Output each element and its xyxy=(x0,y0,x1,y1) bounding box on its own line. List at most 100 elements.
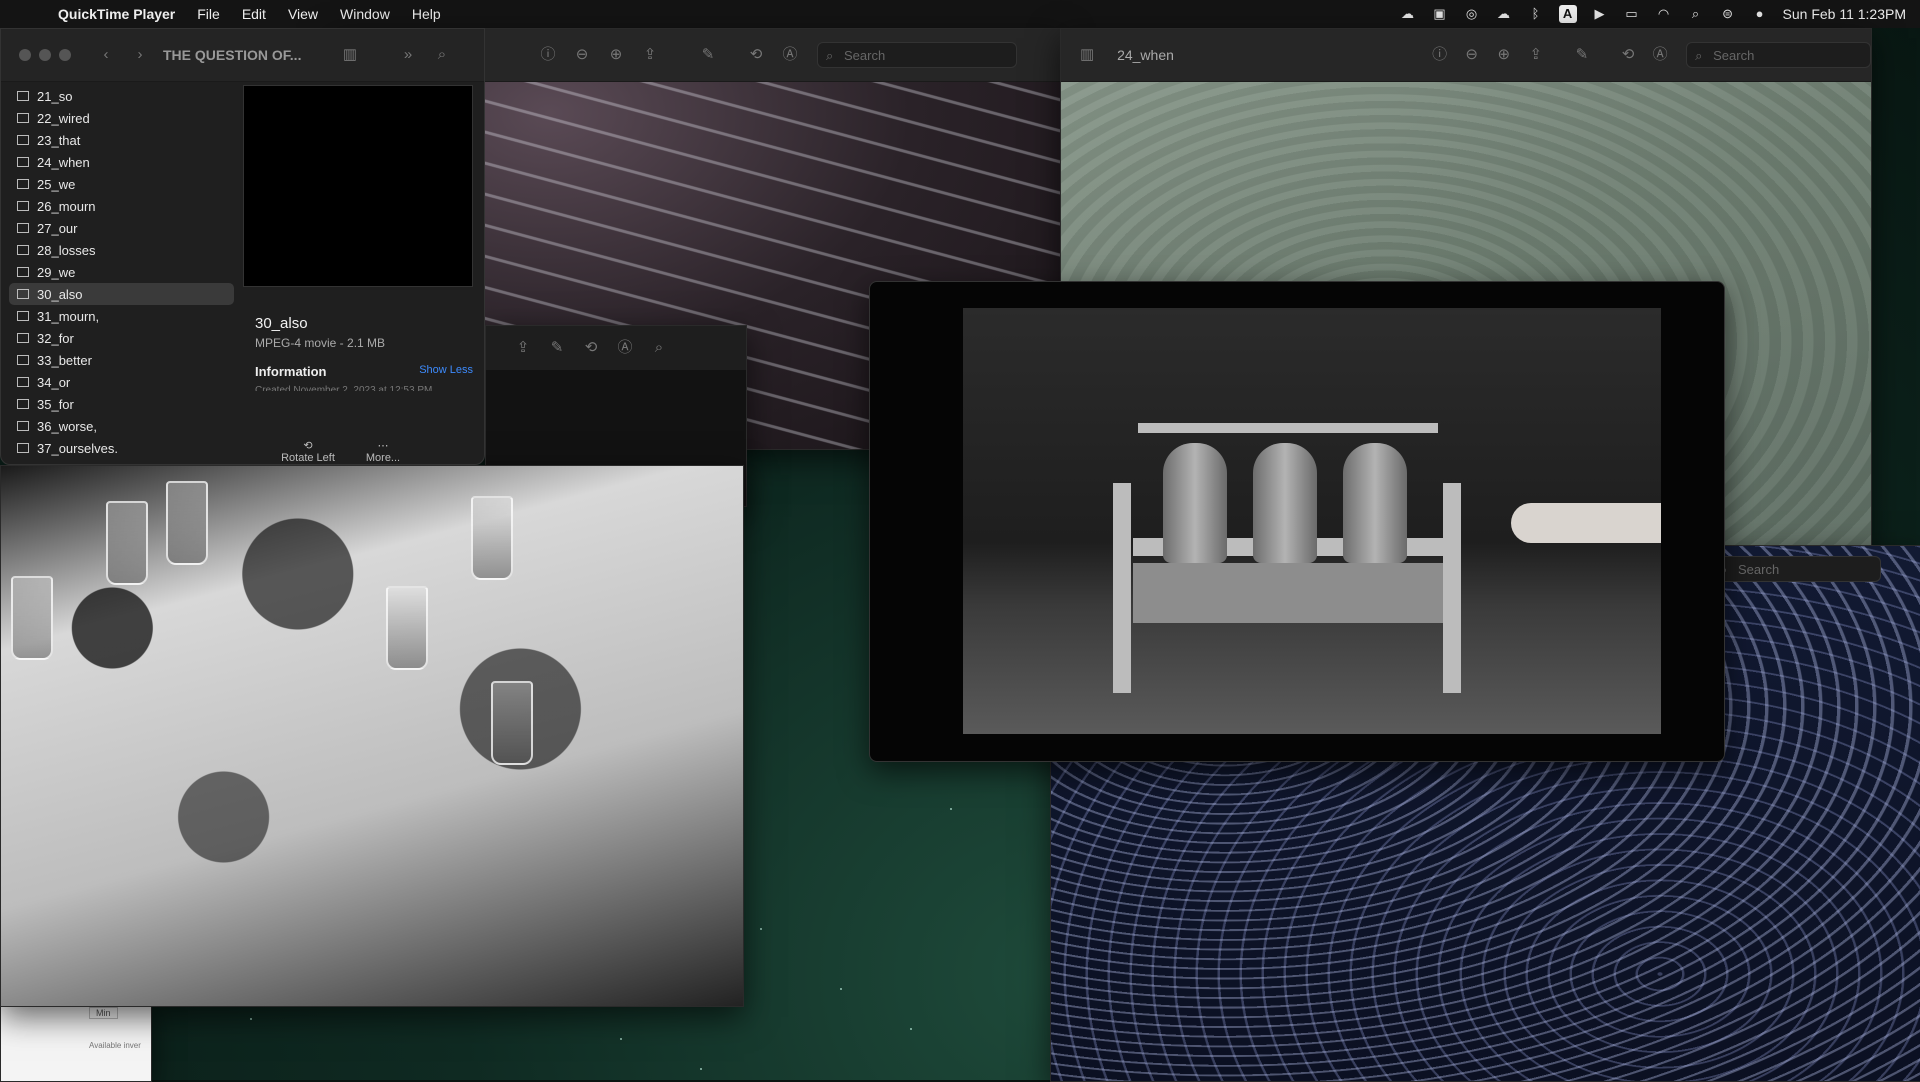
menu-help[interactable]: Help xyxy=(412,6,441,22)
show-less-link[interactable]: Show Less xyxy=(419,364,473,379)
file-item-label: 35_for xyxy=(37,396,74,412)
more-button[interactable]: ⋯ More... xyxy=(343,439,423,464)
file-item[interactable]: 23_that xyxy=(9,129,234,151)
share-icon[interactable]: ⇪ xyxy=(1526,44,1546,66)
menu-edit[interactable]: Edit xyxy=(242,6,266,22)
menubar-clock[interactable]: Sun Feb 11 1:23PM xyxy=(1783,6,1906,22)
share-icon[interactable]: ⇪ xyxy=(639,44,661,66)
movie-file-icon xyxy=(17,443,29,453)
apple-icon[interactable] xyxy=(18,5,36,23)
zoom-in-icon[interactable]: ⊕ xyxy=(605,44,627,66)
zoom-button[interactable] xyxy=(59,49,71,61)
file-item[interactable]: 29_we xyxy=(9,261,234,283)
search-input[interactable]: Search xyxy=(1711,556,1881,583)
file-item-label: 28_losses xyxy=(37,242,96,258)
search-icon[interactable]: ⌕ xyxy=(648,337,670,359)
search-input[interactable]: Search xyxy=(1686,42,1871,69)
menu-view[interactable]: View xyxy=(288,6,318,22)
video-frame xyxy=(963,308,1661,734)
minimize-button[interactable] xyxy=(39,49,51,61)
info-icon[interactable]: ⓘ xyxy=(537,44,559,66)
siri-icon[interactable]: ● xyxy=(1751,5,1769,23)
file-item-label: 34_or xyxy=(37,374,71,390)
menu-bar: QuickTime Player File Edit View Window H… xyxy=(0,0,1920,28)
zoom-in-icon[interactable]: ⊕ xyxy=(1494,44,1514,66)
annotate-icon[interactable]: Ⓐ xyxy=(779,44,801,66)
share-icon[interactable]: ⇪ xyxy=(512,337,534,359)
file-item[interactable]: 21_so xyxy=(9,85,234,107)
file-item[interactable]: 37_ourselves. xyxy=(9,437,234,459)
rotate-icon[interactable]: ⟲ xyxy=(1618,44,1638,66)
app-menu[interactable]: QuickTime Player xyxy=(58,6,175,22)
creative-cloud-icon[interactable]: ☁ xyxy=(1399,5,1417,23)
file-item[interactable]: 22_wired xyxy=(9,107,234,129)
movie-file-icon xyxy=(17,91,29,101)
bluetooth-icon[interactable]: ᛒ xyxy=(1527,5,1545,23)
text-icon[interactable]: ▣ xyxy=(1431,5,1449,23)
file-item-label: 32_for xyxy=(37,330,74,346)
preview-toolbar: ▥ 24_when ⓘ ⊖ ⊕ ⇪ ✎ ⟲ Ⓐ Search xyxy=(1061,29,1871,82)
search-icon[interactable]: ⌕ xyxy=(431,44,453,66)
file-item[interactable]: 28_losses xyxy=(9,239,234,261)
movie-file-icon xyxy=(17,157,29,167)
movie-file-icon xyxy=(17,421,29,431)
control-center-icon[interactable]: ⊜ xyxy=(1719,5,1737,23)
more-toolbar-icon[interactable]: » xyxy=(397,44,419,66)
more-label: More... xyxy=(365,452,401,464)
play-icon[interactable]: ▶ xyxy=(1591,5,1609,23)
sidebar-toggle-icon[interactable]: ▥ xyxy=(1077,44,1097,66)
file-item-label: 26_mourn xyxy=(37,198,96,214)
rotate-icon[interactable]: ⟲ xyxy=(745,44,767,66)
battery-icon[interactable]: ▭ xyxy=(1623,5,1641,23)
forward-icon[interactable]: › xyxy=(129,44,151,66)
menu-window[interactable]: Window xyxy=(340,6,390,22)
window-title: 24_when xyxy=(1117,47,1174,63)
information-header: Information Show Less xyxy=(255,364,473,379)
file-item[interactable]: 36_worse, xyxy=(9,415,234,437)
search-icon[interactable]: ⌕ xyxy=(1687,5,1705,23)
file-item[interactable]: 34_or xyxy=(9,371,234,393)
file-item[interactable]: 24_when xyxy=(9,151,234,173)
file-item[interactable]: 33_better xyxy=(9,349,234,371)
info-icon[interactable]: ⓘ xyxy=(1430,44,1450,66)
zoom-out-icon[interactable]: ⊖ xyxy=(571,44,593,66)
file-item-label: 30_also xyxy=(37,286,83,302)
video-window-apparatus[interactable] xyxy=(869,281,1725,762)
annotate-icon[interactable]: Ⓐ xyxy=(614,337,636,359)
movie-file-icon xyxy=(17,311,29,321)
file-item-label: 36_worse, xyxy=(37,418,97,434)
zoom-out-icon[interactable]: ⊖ xyxy=(1462,44,1482,66)
file-item[interactable]: 31_mourn, xyxy=(9,305,234,327)
input-source-icon[interactable]: A xyxy=(1558,5,1577,23)
file-item[interactable]: 25_we xyxy=(9,173,234,195)
back-icon[interactable]: ‹ xyxy=(95,44,117,66)
cloud-icon[interactable]: ☁ xyxy=(1495,5,1513,23)
file-item[interactable]: 30_also xyxy=(9,283,234,305)
min-stepper[interactable]: Min xyxy=(89,1007,118,1019)
search-input[interactable]: Search xyxy=(817,42,1017,69)
rotate-icon[interactable]: ⟲ xyxy=(580,337,602,359)
wifi-icon[interactable]: ◠ xyxy=(1655,5,1673,23)
annotate-icon[interactable]: Ⓐ xyxy=(1650,44,1670,66)
view-options-icon[interactable]: ▥ xyxy=(339,44,361,66)
movie-file-icon xyxy=(17,245,29,255)
file-item[interactable]: 26_mourn xyxy=(9,195,234,217)
created-date: Created November 2, 2023 at 12:53 PM xyxy=(255,385,433,391)
markup-icon[interactable]: ✎ xyxy=(1572,44,1592,66)
preview-pane: 30_also MPEG-4 movie - 2.1 MB Informatio… xyxy=(243,85,473,464)
rotate-left-button[interactable]: ⟲ Rotate Left xyxy=(268,439,348,464)
file-item[interactable]: 32_for xyxy=(9,327,234,349)
movie-file-icon xyxy=(17,201,29,211)
markup-icon[interactable]: ✎ xyxy=(697,44,719,66)
video-window-glasses[interactable] xyxy=(0,465,744,1007)
file-item[interactable]: 27_our xyxy=(9,217,234,239)
finder-window[interactable]: ‹ › THE QUESTION OF... ▥ » ⌕ 21_so 22_wir… xyxy=(0,28,485,465)
movie-file-icon xyxy=(17,267,29,277)
finder-title: THE QUESTION OF... xyxy=(163,47,302,63)
sync-icon[interactable]: ◎ xyxy=(1463,5,1481,23)
menu-file[interactable]: File xyxy=(197,6,220,22)
markup-icon[interactable]: ✎ xyxy=(546,337,568,359)
file-item[interactable]: 35_for xyxy=(9,393,234,415)
movie-file-icon xyxy=(17,333,29,343)
close-button[interactable] xyxy=(19,49,31,61)
